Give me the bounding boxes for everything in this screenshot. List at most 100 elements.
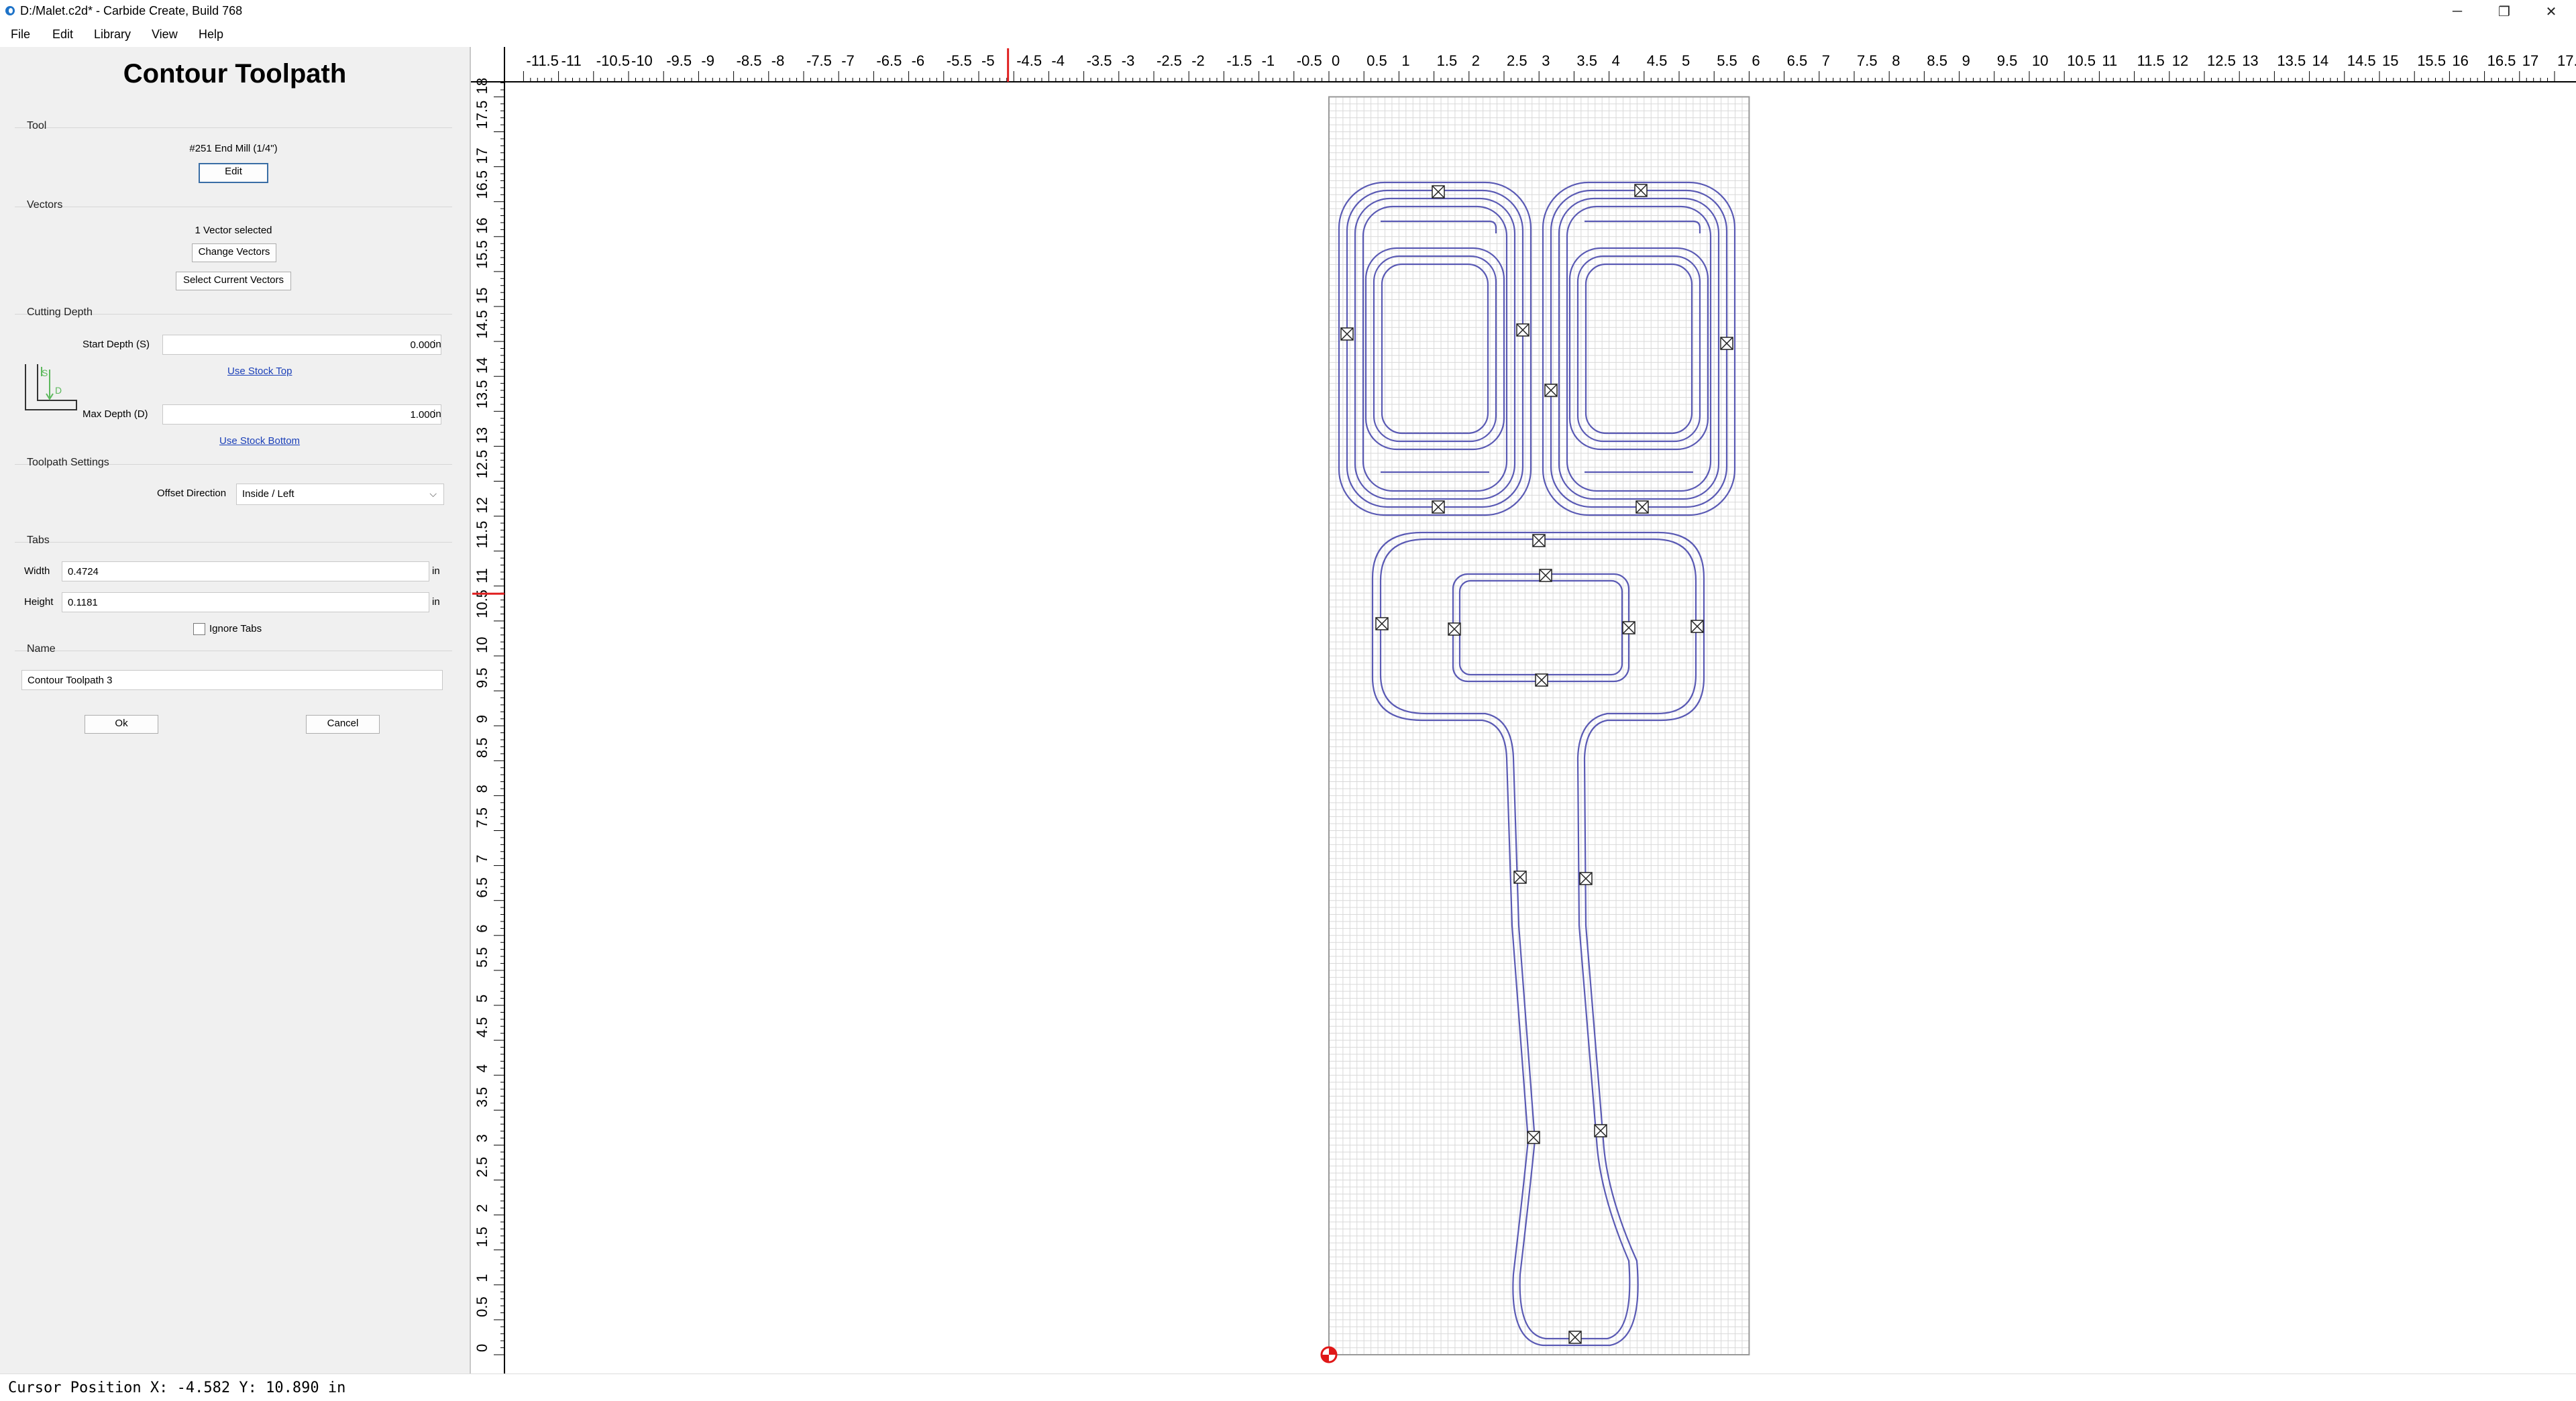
menu-edit[interactable]: Edit <box>52 27 73 42</box>
ruler-x-label: 4.5 <box>1647 52 1668 69</box>
max-depth-field[interactable]: 1.000 <box>162 404 441 425</box>
tab-marker-icon <box>1594 1124 1607 1137</box>
ruler-y-label: 9 <box>474 715 490 723</box>
tab-marker-icon <box>1535 673 1548 687</box>
ruler-x-label: -2.5 <box>1157 52 1182 69</box>
ruler-x-label: 15.5 <box>2417 52 2446 69</box>
ruler-y-label: 10 <box>474 637 490 653</box>
menu-library[interactable]: Library <box>94 27 131 42</box>
vectors-status: 1 Vector selected <box>195 225 272 236</box>
tab-marker-icon <box>1635 500 1649 514</box>
title-bar: D:/Malet.c2d* - Carbide Create, Build 76… <box>0 0 2576 23</box>
ruler-x-label: 5.5 <box>1717 52 1737 69</box>
tab-marker-icon <box>1720 337 1733 350</box>
ruler-y-label: 11 <box>474 568 490 583</box>
tabs-group: Tabs Width 0.4724 in Height 0.1181 in Ig… <box>15 535 452 635</box>
ruler-y-label: 8.5 <box>474 738 490 759</box>
ruler-y-label: 6 <box>474 925 490 933</box>
ruler-y-label: 0 <box>474 1344 490 1352</box>
tool-group: Tool #251 End Mill (1/4") Edit <box>15 120 452 195</box>
ruler-y-label: 13.5 <box>474 380 490 408</box>
tab-height-unit: in <box>432 596 440 608</box>
ruler-x-label: -11.5 <box>526 52 559 69</box>
ruler-y-label: 2 <box>474 1204 490 1212</box>
ruler-x-label: 2.5 <box>1507 52 1527 69</box>
max-depth-unit: in <box>433 408 441 420</box>
tab-marker-icon <box>1432 185 1445 199</box>
cursor-position-readout: Cursor Position X: -4.582 Y: 10.890 in <box>8 1380 346 1396</box>
ruler-y-label: 1 <box>474 1274 490 1282</box>
canvas-drawing[interactable]: -11.5 -11 -10.5 -10 -9.5 -9 -8.5 -8 -7.5 -7 -6.5 -6… <box>471 47 2576 1374</box>
ignore-tabs-checkbox[interactable] <box>193 623 205 635</box>
tab-marker-icon <box>1527 1131 1540 1144</box>
tab-marker-icon <box>1539 569 1552 582</box>
ruler-x-label: 16 <box>2452 52 2468 69</box>
ruler-x-label: 9 <box>1962 52 1970 69</box>
ignore-tabs-label: Ignore Tabs <box>209 623 262 634</box>
ruler-x-label: -0.5 <box>1297 52 1322 69</box>
use-stock-top-link[interactable]: Use Stock Top <box>227 366 292 377</box>
edit-tool-button[interactable]: Edit <box>199 163 268 183</box>
ruler-x-label: -1 <box>1262 52 1275 69</box>
ruler-x-label: 9.5 <box>1997 52 2018 69</box>
ruler-y-label: 11.5 <box>474 521 490 549</box>
vector-handle-outer <box>1371 531 1705 1347</box>
tab-height-field[interactable]: 0.1181 <box>62 592 429 612</box>
tab-width-field[interactable]: 0.4724 <box>62 561 429 581</box>
ruler-y-label: 0.5 <box>474 1296 490 1317</box>
ruler-y-label: 16.5 <box>474 170 490 199</box>
ruler-y-label: 5 <box>474 995 490 1003</box>
start-depth-unit: in <box>433 339 441 350</box>
tab-marker-icon <box>1568 1331 1582 1344</box>
ok-button[interactable]: Ok <box>85 715 158 734</box>
vector-handle-inner <box>1379 538 1697 1340</box>
ruler-y-label: 17.5 <box>474 101 490 129</box>
ruler-x-label: -7 <box>841 52 855 69</box>
offset-direction-select[interactable]: Inside / Left ⌵ <box>236 484 444 505</box>
use-stock-bottom-link[interactable]: Use Stock Bottom <box>219 435 300 447</box>
maximize-button[interactable]: ❐ <box>2482 0 2526 23</box>
ruler-x-label: 13.5 <box>2277 52 2306 69</box>
ruler-y-label: 14 <box>474 357 490 374</box>
ruler-x-label: 16.5 <box>2487 52 2516 69</box>
ruler-x-label: 7 <box>1822 52 1830 69</box>
ruler-x-label: -8.5 <box>737 52 762 69</box>
menu-view[interactable]: View <box>152 27 178 42</box>
tab-width-unit: in <box>432 565 440 577</box>
name-group: Name Contour Toolpath 3 <box>15 643 452 691</box>
close-button[interactable]: ✕ <box>2529 0 2573 23</box>
select-current-vectors-button[interactable]: Select Current Vectors <box>176 272 291 290</box>
ruler-x-label: 1.5 <box>1437 52 1458 69</box>
ruler-x-label: 7.5 <box>1857 52 1878 69</box>
ruler-x-label: -8 <box>771 52 785 69</box>
ruler-y-label: 3.5 <box>474 1087 490 1108</box>
ruler-x-label: 6.5 <box>1787 52 1808 69</box>
tab-marker-icon <box>1448 622 1461 636</box>
ruler-x-label: -2 <box>1191 52 1205 69</box>
change-vectors-button[interactable]: Change Vectors <box>192 243 276 262</box>
tab-marker-icon <box>1432 500 1445 514</box>
toolpath-name-field[interactable]: Contour Toolpath 3 <box>21 670 443 690</box>
ruler-x-label: 0 <box>1332 52 1340 69</box>
cancel-button[interactable]: Cancel <box>306 715 380 734</box>
tab-width-label: Width <box>24 565 50 577</box>
ruler-x-label: 11.5 <box>2137 52 2165 69</box>
chevron-down-icon: ⌵ <box>429 488 437 499</box>
ruler-x-label: 17 <box>2522 52 2538 69</box>
ruler-x-label: -4.5 <box>1016 52 1042 69</box>
ruler-y-label: 8 <box>474 785 490 793</box>
menu-help[interactable]: Help <box>199 27 223 42</box>
status-bar: Cursor Position X: -4.582 Y: 10.890 in <box>0 1374 2576 1401</box>
ruler-x-label: 14.5 <box>2347 52 2376 69</box>
design-canvas[interactable]: -11.5 -11 -10.5 -10 -9.5 -9 -8.5 -8 -7.5 -7 -6.5 -6… <box>471 47 2576 1374</box>
minimize-button[interactable]: ─ <box>2435 0 2479 23</box>
ruler-x-label: 0.5 <box>1366 52 1387 69</box>
ruler-y-label: 12 <box>474 497 490 513</box>
tab-marker-icon <box>1579 872 1593 885</box>
start-depth-field[interactable]: 0.000 <box>162 335 441 355</box>
ruler-y-label: 1.5 <box>474 1227 490 1247</box>
start-depth-label: Start Depth (S) <box>83 339 150 350</box>
menu-file[interactable]: File <box>11 27 30 42</box>
ruler-y-label: 6.5 <box>474 877 490 898</box>
ruler-y-label: 15.5 <box>474 240 490 269</box>
